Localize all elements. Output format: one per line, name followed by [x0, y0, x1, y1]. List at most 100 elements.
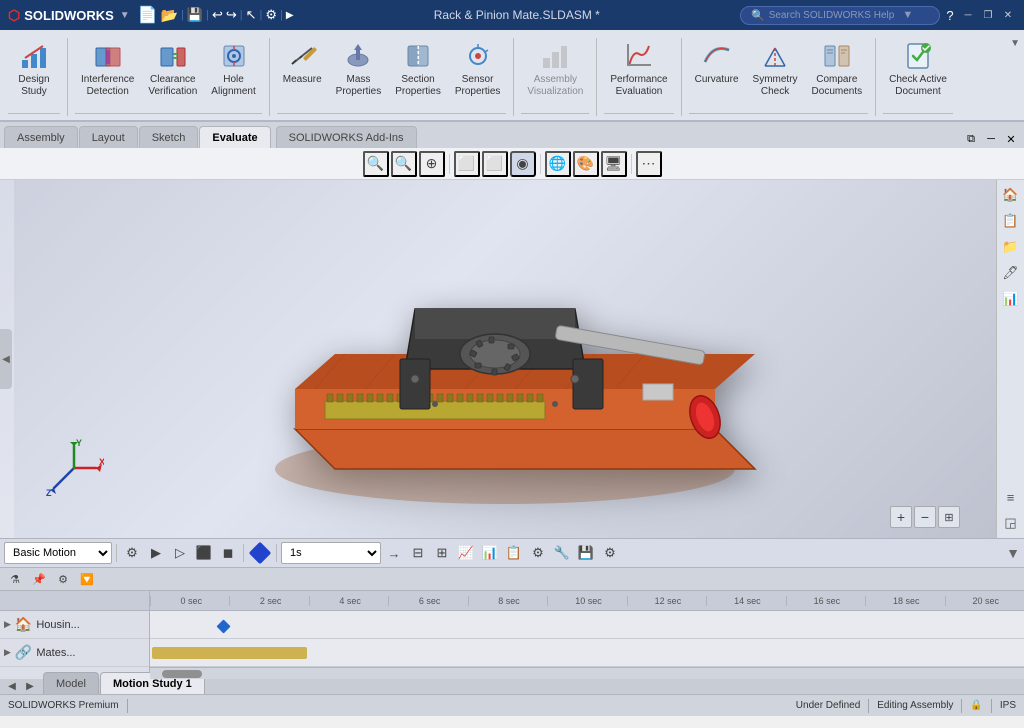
sensor-properties-btn[interactable]: SensorProperties: [449, 36, 507, 102]
tl-filter-results-btn[interactable]: 🔽: [76, 568, 98, 590]
restore-btn[interactable]: ❐: [980, 7, 996, 23]
options-btn[interactable]: ⚙: [265, 7, 277, 23]
symmetry-check-btn[interactable]: SymmetryCheck: [747, 36, 804, 102]
open-btn[interactable]: 📂: [161, 7, 178, 24]
design-study-btn[interactable]: DesignStudy: [12, 36, 56, 102]
ribbon-expand[interactable]: ▼: [1010, 34, 1020, 120]
app-name: SOLIDWORKS: [24, 8, 114, 23]
rp-propertymanager-btn[interactable]: 📁: [1000, 236, 1022, 258]
interference-detection-btn[interactable]: InterferenceDetection: [75, 36, 140, 102]
zoom-in-btn[interactable]: 🔍: [391, 151, 417, 177]
hole-alignment-btn[interactable]: HoleAlignment: [205, 36, 261, 102]
status-lock-icon[interactable]: 🔒: [970, 700, 982, 711]
time-duration-select[interactable]: 0.5s 1s 2s 5s 10s: [281, 542, 381, 564]
ruler-tick-4: 4 sec: [309, 596, 388, 606]
zoom-fit-viewport-btn[interactable]: ⊞: [938, 506, 960, 528]
motion-expand-btn[interactable]: ▼: [1006, 545, 1020, 561]
motion-framerate-btn[interactable]: ⊟: [407, 542, 429, 564]
rp-motionstudy-btn[interactable]: ≡: [1000, 486, 1022, 508]
motion-export-btn[interactable]: 💾: [575, 542, 597, 564]
new-btn[interactable]: 📄: [138, 5, 158, 25]
motion-options-btn[interactable]: ⚙: [599, 542, 621, 564]
timeline-scroll-thumb[interactable]: [162, 670, 202, 678]
tab-nav-left-btn[interactable]: ◀: [4, 678, 20, 694]
motion-play-btn[interactable]: ▷: [169, 542, 191, 564]
tab-solidworks-addins[interactable]: SOLIDWORKS Add-Ins: [276, 126, 417, 148]
motion-simulate-btn[interactable]: ⚙: [527, 542, 549, 564]
check-active-document-btn[interactable]: Check ActiveDocument: [883, 36, 953, 102]
bottom-tab-model[interactable]: Model: [43, 672, 99, 694]
housing-expander[interactable]: ▶: [4, 619, 11, 630]
view-cube-btn[interactable]: ⬜: [454, 151, 480, 177]
timeline-ruler: 0 sec 2 sec 4 sec 6 sec 8 sec 10 sec 12 …: [150, 591, 1024, 610]
status-sep3: [961, 699, 962, 713]
view-scene-btn[interactable]: 🖥: [601, 151, 627, 177]
save-btn[interactable]: 💾: [187, 7, 203, 23]
section-properties-btn[interactable]: SectionProperties: [389, 36, 447, 102]
rp-expand-btn[interactable]: ◲: [1000, 512, 1022, 534]
left-sidebar-collapse-btn[interactable]: ◀: [0, 329, 12, 389]
rp-home-btn[interactable]: 🏠: [1000, 184, 1022, 206]
view-more-btn[interactable]: ⋯: [636, 151, 662, 177]
tl-filter-btn[interactable]: ⚗: [4, 568, 26, 590]
tab-layout[interactable]: Layout: [79, 126, 138, 148]
redo-btn[interactable]: ↪: [226, 7, 237, 23]
status-sep2: [868, 699, 869, 713]
ruler-tick-16: 16 sec: [786, 596, 865, 606]
undo-btn[interactable]: ↩: [212, 7, 223, 23]
motion-keyframe-btn[interactable]: ◼: [217, 542, 239, 564]
track-mates: [150, 639, 1024, 667]
menu-arrow[interactable]: ▼: [120, 10, 130, 21]
cursor-tool[interactable]: ↖: [246, 7, 257, 23]
zoom-area-btn[interactable]: ⊕: [419, 151, 445, 177]
tab-nav-right-btn[interactable]: ▶: [22, 678, 38, 694]
more-tools[interactable]: ▶: [286, 10, 294, 21]
motion-analyze-btn[interactable]: 🔧: [551, 542, 573, 564]
rp-featuretree-btn[interactable]: 📋: [1000, 210, 1022, 232]
zoom-in-viewport-btn[interactable]: +: [890, 506, 912, 528]
clearance-verification-btn[interactable]: ClearanceVerification: [142, 36, 203, 102]
motion-graph-btn[interactable]: 📈: [455, 542, 477, 564]
motion-settings-btn[interactable]: ⚙: [121, 542, 143, 564]
keyframe-housing[interactable]: [216, 619, 230, 633]
assembly-visualization-btn[interactable]: AssemblyVisualization: [521, 36, 589, 102]
ribbon-group-items4: AssemblyVisualization: [521, 36, 589, 111]
view-display-btn[interactable]: ◉: [510, 151, 536, 177]
compare-documents-btn[interactable]: CompareDocuments: [806, 36, 869, 102]
minimize-btn[interactable]: ─: [960, 7, 976, 23]
motion-timeline-btn[interactable]: ⊞: [431, 542, 453, 564]
measure-btn[interactable]: Measure: [277, 36, 328, 90]
motion-forward-btn[interactable]: →: [383, 542, 405, 564]
motion-stop-btn[interactable]: ⬛: [193, 542, 215, 564]
motion-results-btn[interactable]: 📊: [479, 542, 501, 564]
track-bar-mates[interactable]: [152, 647, 307, 659]
motion-calculate-btn[interactable]: ▶: [145, 542, 167, 564]
rp-displaymanager-btn[interactable]: 📊: [1000, 288, 1022, 310]
search-dropdown[interactable]: ▼: [902, 9, 913, 21]
close-btn[interactable]: ✕: [1000, 7, 1016, 23]
search-bar[interactable]: 🔍 Search SOLIDWORKS Help ▼: [740, 6, 940, 25]
zoom-out-viewport-btn[interactable]: −: [914, 506, 936, 528]
tab-evaluate[interactable]: Evaluate: [199, 126, 270, 148]
tl-properties-btn[interactable]: 📌: [28, 568, 50, 590]
performance-evaluation-btn[interactable]: PerformanceEvaluation: [604, 36, 673, 102]
rp-configurationmanager-btn[interactable]: 🖊: [1000, 262, 1022, 284]
mass-properties-btn[interactable]: MassProperties: [330, 36, 388, 102]
timeline-scrollbar[interactable]: [150, 667, 1024, 679]
zoom-to-fit-btn[interactable]: 🔍: [363, 151, 389, 177]
3d-canvas[interactable]: Z X Y + − ⊞: [14, 180, 996, 538]
curvature-btn[interactable]: Curvature: [689, 36, 745, 90]
mates-expander[interactable]: ▶: [4, 647, 11, 658]
tab-sketch[interactable]: Sketch: [139, 126, 199, 148]
tab-assembly[interactable]: Assembly: [4, 126, 78, 148]
view-section-btn[interactable]: 🌐: [545, 151, 571, 177]
help-btn[interactable]: ?: [940, 8, 960, 23]
tab-close-btn[interactable]: ✕: [1002, 130, 1020, 148]
view-orient-btn[interactable]: ⬜: [482, 151, 508, 177]
tl-motion-props-btn[interactable]: ⚙: [52, 568, 74, 590]
tab-minimize-btn[interactable]: ─: [982, 130, 1000, 148]
motion-event-btn[interactable]: 📋: [503, 542, 525, 564]
tab-restore-btn[interactable]: ⧉: [962, 130, 980, 148]
view-appearance-btn[interactable]: 🎨: [573, 151, 599, 177]
motion-type-select[interactable]: No Motion Animation Basic Motion Motion …: [4, 542, 112, 564]
